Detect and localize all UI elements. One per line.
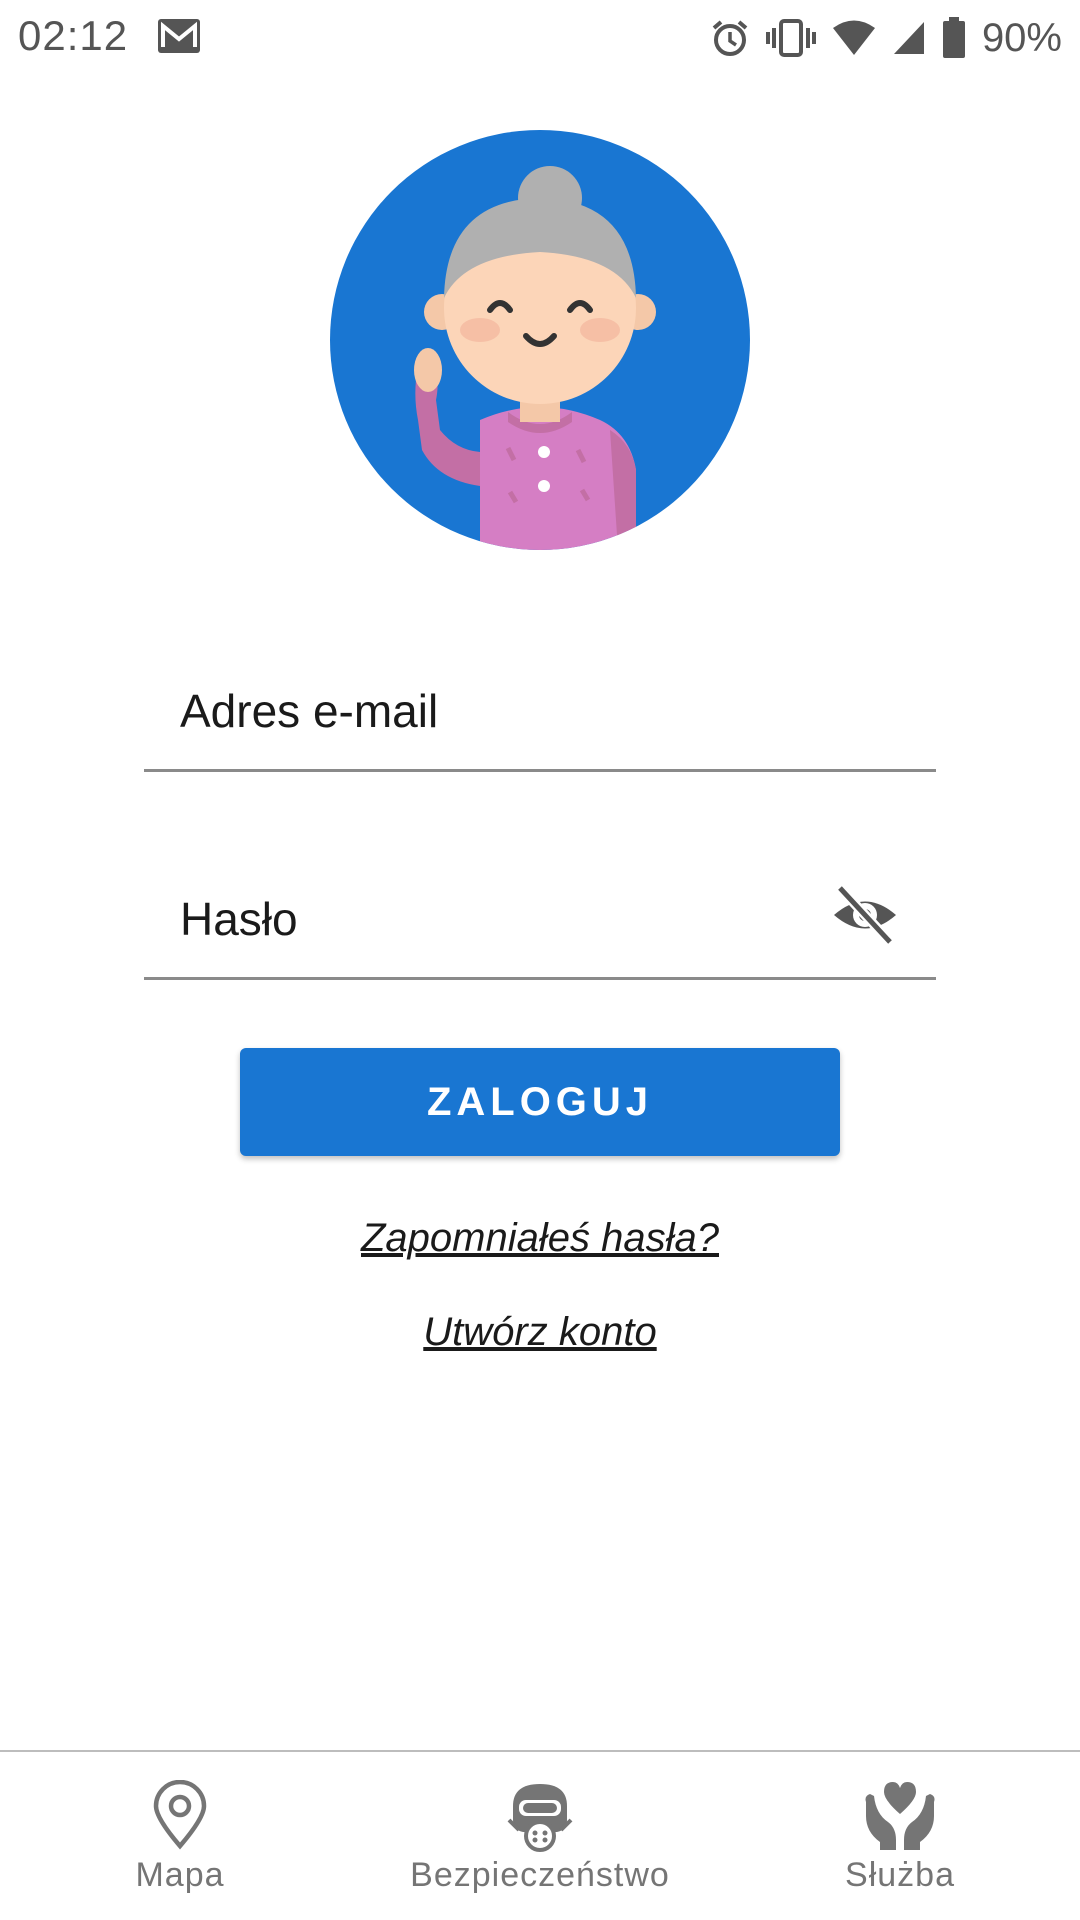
signal-icon — [893, 22, 924, 54]
wifi-icon — [832, 20, 875, 55]
status-bar: 02:12 90% — [0, 0, 1080, 76]
gmail-icon — [158, 19, 200, 53]
alarm-icon — [712, 20, 748, 56]
nav-label-service: Służba — [845, 1856, 955, 1894]
nav-item-map[interactable]: Mapa — [0, 1752, 360, 1920]
grandma-avatar-icon — [330, 130, 750, 550]
forgot-password-link[interactable]: Zapomniałeś hasła? — [0, 1216, 1080, 1261]
hands-heart-icon — [865, 1782, 935, 1850]
nav-label-safety: Bezpieczeństwo — [410, 1856, 670, 1894]
email-field-container — [144, 642, 936, 772]
password-field-container — [144, 850, 936, 980]
nav-label-map: Mapa — [135, 1856, 225, 1894]
create-account-link[interactable]: Utwórz konto — [0, 1310, 1080, 1355]
nav-item-service[interactable]: Służba — [720, 1752, 1080, 1920]
password-input[interactable] — [180, 850, 820, 977]
map-pin-icon — [153, 1780, 207, 1850]
eye-off-icon[interactable] — [830, 884, 900, 946]
battery-level: 90% — [981, 15, 1062, 60]
vibrate-icon — [765, 19, 816, 57]
login-button[interactable]: ZALOGUJ — [240, 1048, 840, 1156]
gas-mask-icon — [507, 1784, 573, 1852]
bottom-navigation: Mapa Bezpieczeństwo Służba — [0, 1750, 1080, 1920]
battery-icon — [942, 17, 965, 58]
email-input[interactable] — [180, 642, 820, 769]
status-time: 02:12 — [18, 12, 129, 59]
status-icons: 90% — [710, 14, 1062, 62]
nav-item-safety[interactable]: Bezpieczeństwo — [360, 1752, 720, 1920]
